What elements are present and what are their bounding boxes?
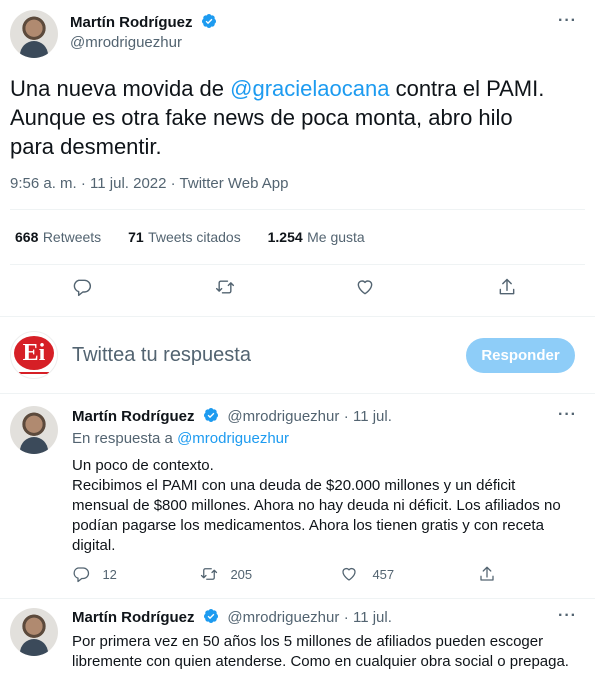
retweet-button[interactable] [215, 277, 235, 302]
like-button[interactable] [355, 277, 375, 302]
user-avatar[interactable]: Ei [10, 331, 58, 379]
tweet-text: Por primera vez en 50 años los 5 millone… [72, 632, 587, 672]
logo-underline [19, 372, 49, 374]
tweet-text-line: libremente con quien atenderse. Como en … [72, 653, 569, 670]
tweet-text-line2: Aunque es otra fake news de poca monta, … [10, 105, 513, 130]
tweet-text: Un poco de contexto. Recibimos el PAMI c… [72, 456, 587, 556]
avatar[interactable] [10, 608, 58, 656]
tweet-text-line1-end: contra el PAMI. [389, 76, 545, 101]
mention-link[interactable]: @gracielaocana [230, 76, 389, 101]
replying-prefix: En respuesta a [72, 430, 178, 447]
share-button[interactable] [497, 277, 517, 302]
tweet-timestamp[interactable]: 9:56 a. m. · 11 jul. 2022 · Twitter Web … [10, 175, 288, 192]
author-name[interactable]: Martín Rodríguez [72, 609, 195, 626]
author-name[interactable]: Martín Rodríguez [70, 14, 193, 31]
likes-stat[interactable]: 1.254 Me gusta [268, 229, 365, 246]
tweet-text-line: digital. [72, 537, 116, 554]
divider [0, 316, 595, 317]
reply-input[interactable]: Twittea tu respuesta [72, 344, 251, 367]
likes-label: Me gusta [307, 229, 365, 245]
tweet-date[interactable]: · 11 jul. [344, 408, 392, 425]
quotes-stat[interactable]: 71 Tweets citados [128, 229, 241, 246]
avatar[interactable] [10, 10, 58, 58]
replying-handle-link[interactable]: @mrodriguezhur [177, 430, 289, 447]
retweet-icon [200, 568, 218, 580]
divider [0, 598, 595, 599]
logo-mark: Ei [14, 336, 54, 370]
quotes-label: Tweets citados [148, 229, 241, 245]
retweet-icon [215, 280, 235, 294]
share-icon [480, 566, 494, 581]
share-icon [499, 278, 515, 295]
verified-badge-icon [203, 609, 218, 623]
reply-button[interactable] [72, 277, 92, 302]
tweet-text-line: mensual de $800 millones. Ahora no hay d… [72, 497, 561, 514]
tweet-stats: 668 Retweets 71 Tweets citados 1.254 Me … [15, 229, 365, 247]
reply-button[interactable]: 12 [72, 565, 117, 583]
author-handle[interactable]: @mrodriguezhur [227, 408, 339, 425]
tweet-date[interactable]: · 11 jul. [344, 609, 392, 626]
more-icon[interactable]: ··· [558, 607, 577, 625]
author-handle[interactable]: @mrodriguezhur [227, 609, 339, 626]
like-button[interactable]: 457 [340, 565, 394, 583]
retweet-button[interactable]: 205 [200, 565, 252, 583]
share-button[interactable] [478, 565, 496, 588]
tweet-text-line: Un poco de contexto. [72, 457, 214, 474]
divider [10, 264, 585, 265]
verified-badge-icon [203, 408, 218, 422]
reply-count: 12 [102, 566, 117, 582]
tweet-text-line1: Una nueva movida de [10, 76, 231, 101]
tweet-text-line3: para desmentir. [10, 134, 162, 159]
retweets-count: 668 [15, 229, 39, 245]
author-handle[interactable]: @mrodriguezhur [70, 34, 182, 51]
divider [10, 209, 585, 210]
reply-icon [73, 279, 92, 297]
quotes-count: 71 [128, 229, 144, 245]
more-icon[interactable]: ··· [558, 406, 577, 424]
retweets-label: Retweets [42, 229, 102, 245]
author-name[interactable]: Martín Rodríguez [72, 408, 195, 425]
tweet-text: Una nueva movida de @gracielaocana contr… [10, 74, 585, 161]
reply-button-submit[interactable]: Responder [466, 338, 575, 373]
retweets-stat[interactable]: 668 Retweets [15, 229, 101, 246]
avatar[interactable] [10, 406, 58, 454]
tweet-text-line: Por primera vez en 50 años los 5 millone… [72, 633, 544, 650]
reply-icon [73, 567, 90, 583]
tweet-text-line: podían pagarse los medicamentos. Ahora l… [72, 517, 544, 534]
verified-badge-icon [201, 14, 216, 28]
tweet-text-line: Recibimos el PAMI con una deuda de $20.0… [72, 477, 516, 494]
like-icon [357, 280, 373, 295]
retweet-count: 205 [230, 566, 253, 582]
replying-to: En respuesta a @mrodriguezhur [72, 430, 289, 447]
like-icon [342, 567, 356, 581]
like-count: 457 [372, 566, 395, 582]
more-icon[interactable]: ··· [558, 12, 577, 30]
likes-count: 1.254 [267, 229, 303, 245]
divider [0, 393, 595, 394]
